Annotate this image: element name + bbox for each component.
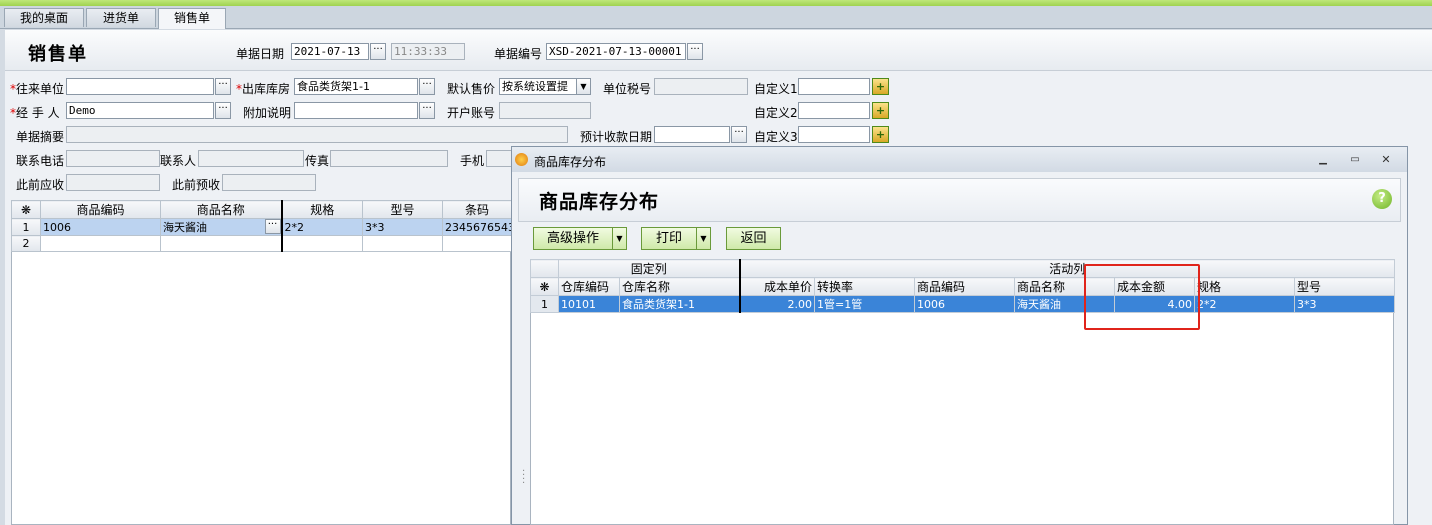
page-title: 销售单 [28,44,88,65]
docno-field[interactable]: XSD-2021-07-13-00001 [546,43,686,60]
col-spec[interactable]: 规格 [280,200,363,219]
due-date-field[interactable] [654,126,730,143]
date-field[interactable]: 2021-07-13 [291,43,369,60]
phone-field [66,150,160,167]
custom1-add-icon[interactable]: + [872,78,889,95]
back-button[interactable]: 返回 [726,227,781,250]
custom2-label: 自定义2 [754,106,798,120]
partner-button[interactable]: ··· [215,78,231,95]
grid-corner: ❋ [11,200,41,219]
note-button[interactable]: ··· [419,102,435,119]
form-header [5,30,1432,71]
restore-icon[interactable]: ▭ [1348,155,1362,165]
print-button[interactable]: 打印 [641,227,697,250]
mobile-field [486,150,512,167]
goods-grid: ❋ 商品编码 商品名称 规格 型号 条码 1 1006 海天酱油 ··· 2*2 … [11,200,512,252]
custom1-label: 自定义1 [754,82,798,96]
col-wh-code[interactable]: 仓库编码 [558,277,620,296]
col-model[interactable]: 型号 [362,200,443,219]
col-model[interactable]: 型号 [1294,277,1396,296]
col-conversion-rate[interactable]: 转换率 [814,277,916,296]
date-picker-button[interactable]: ··· [370,43,386,60]
summary-field[interactable] [66,126,568,143]
group-fixed-columns: 固定列 [557,259,741,278]
advanced-ops-dropdown-icon[interactable]: ▼ [612,227,627,250]
splitter-handle[interactable]: · · · · [522,467,525,489]
group-active-columns: 活动列 [739,259,1396,278]
col-goods-code[interactable]: 商品编码 [40,200,161,219]
highlight-box [1084,264,1200,330]
warehouse-label: *出库库房 [236,82,291,96]
mobile-label: 手机 [460,154,485,168]
dialog-heading: 商品库存分布 [539,191,660,213]
tab-sales[interactable]: 销售单 [158,8,226,29]
goods-name-cell: 海天酱油 [163,221,207,234]
custom3-field[interactable] [798,126,870,143]
col-wh-name[interactable]: 仓库名称 [618,277,741,296]
docno-button[interactable]: ··· [687,43,703,60]
print-dropdown-icon[interactable]: ▼ [696,227,711,250]
date-label: 单据日期 [236,47,285,61]
due-date-button[interactable]: ··· [731,126,747,143]
time-field: 11:33:33 [391,43,465,60]
goods-name-picker[interactable]: ··· [264,219,281,234]
bank-label: 开户账号 [447,106,496,120]
col-goods-code[interactable]: 商品编码 [914,277,1016,296]
due-date-label: 预计收款日期 [580,130,653,144]
custom3-add-icon[interactable]: + [872,126,889,143]
handler-field[interactable]: Demo [66,102,214,119]
custom2-field[interactable] [798,102,870,119]
custom1-field[interactable] [798,78,870,95]
table-row[interactable]: 1 10101 食品类货架1-1 2.00 1管=1管 1006 海天酱油 4.… [530,295,1396,313]
prev-advance-field [222,174,316,191]
price-dropdown-icon[interactable]: ▼ [576,78,591,95]
col-barcode[interactable]: 条码 [442,200,512,219]
tab-purchase[interactable]: 进货单 [86,8,156,27]
taxno-field [654,78,748,95]
help-icon[interactable]: ? [1372,189,1392,209]
fax-label: 传真 [305,154,330,168]
handler-button[interactable]: ··· [215,102,231,119]
prev-advance-label: 此前预收 [172,178,221,192]
docno-label: 单据编号 [494,47,543,61]
warehouse-button[interactable]: ··· [419,78,435,95]
note-label: 附加说明 [243,106,292,120]
minimize-icon[interactable]: ▁ [1316,155,1330,165]
phone-label: 联系电话 [16,154,65,168]
summary-label: 单据摘要 [16,130,65,144]
stock-grid: 固定列 活动列 ❋ 仓库编码 仓库名称 成本单价 转换率 商品编码 商品名称 成… [530,259,1396,313]
custom2-add-icon[interactable]: + [872,102,889,119]
stock-grid-corner: ❋ [530,277,559,296]
custom3-label: 自定义3 [754,130,798,144]
tab-desktop[interactable]: 我的桌面 [4,8,84,27]
close-icon[interactable]: ✕ [1379,154,1393,165]
taxno-label: 单位税号 [603,82,652,96]
table-row[interactable]: 2 [11,235,512,252]
partner-label: *往来单位 [10,82,65,96]
bank-field [499,102,591,119]
advanced-ops-button[interactable]: 高级操作 [533,227,613,250]
prev-receivable-label: 此前应收 [16,178,65,192]
price-select[interactable]: 按系统设置提 [499,78,577,95]
contact-field [198,150,304,167]
table-row[interactable]: 1 1006 海天酱油 ··· 2*2 3*3 2345676543 [11,218,512,236]
handler-label: *经 手 人 [10,106,60,120]
note-field[interactable] [294,102,418,119]
col-goods-name[interactable]: 商品名称 [160,200,282,219]
price-label: 默认售价 [447,82,496,96]
contact-label: 联系人 [160,154,197,168]
prev-receivable-field [66,174,160,191]
dialog-window-title: 商品库存分布 [534,155,607,169]
dialog-titlebar[interactable] [512,147,1407,172]
col-unit-cost[interactable]: 成本单价 [739,277,816,296]
app-logo-icon [515,153,528,166]
fax-field [330,150,448,167]
col-spec[interactable]: 规格 [1194,277,1296,296]
warehouse-field[interactable]: 食品类货架1-1 [294,78,418,95]
partner-field[interactable] [66,78,214,95]
